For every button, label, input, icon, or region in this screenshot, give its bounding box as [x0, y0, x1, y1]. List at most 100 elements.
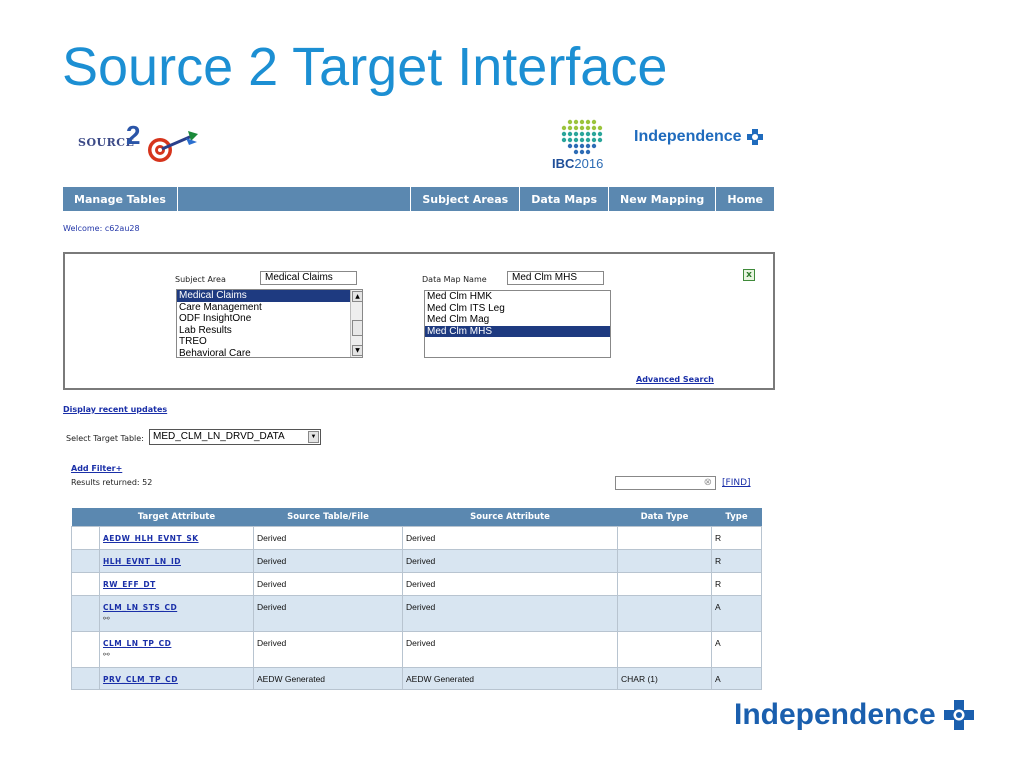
source-attribute-cell: Derived: [402, 549, 618, 573]
subject-area-input[interactable]: Medical Claims: [260, 271, 357, 285]
row-blank-cell: [71, 667, 100, 690]
ibc-bold-text: IBC: [552, 156, 575, 171]
nav-new-mapping[interactable]: New Mapping: [609, 187, 717, 211]
row-blank-cell: [71, 595, 100, 632]
source2target-logo: SOURCE 2: [78, 120, 208, 170]
data-map-name-input[interactable]: Med Clm MHS: [507, 271, 604, 285]
target-attribute-link[interactable]: PRV_CLM_TP_CD: [103, 675, 178, 684]
main-nav-bar: Manage Tables Subject Areas Data Maps Ne…: [63, 187, 774, 211]
source-table-cell: Derived: [253, 572, 403, 596]
blue-cross-shield-icon: [746, 129, 763, 145]
source-attribute-cell: Derived: [402, 631, 618, 668]
target-attribute-link[interactable]: CLM_LN_STS_CD: [103, 603, 177, 612]
table-row: CLM_LN_STS_CD ⚯ Derived Derived A: [71, 595, 762, 632]
source-attribute-cell: AEDW Generated: [402, 667, 618, 690]
col-header-source-table[interactable]: Source Table/File: [253, 508, 403, 527]
type-cell: R: [711, 549, 762, 573]
row-blank-cell: [71, 549, 100, 573]
independence-large-text: Independence: [734, 698, 936, 731]
target-attribute-link[interactable]: AEDW_HLH_EVNT_SK: [103, 534, 199, 543]
subject-area-option[interactable]: Medical Claims: [177, 290, 350, 302]
subject-area-listbox[interactable]: Medical Claims Care Management ODF Insig…: [176, 289, 363, 358]
subject-area-label: Subject Area: [175, 275, 226, 284]
logo-two-text: 2: [126, 120, 141, 150]
col-header-source-attribute[interactable]: Source Attribute: [402, 508, 618, 527]
data-type-cell: CHAR (1): [617, 667, 712, 690]
subject-area-option[interactable]: TREO: [177, 336, 362, 348]
search-panel: Subject Area Medical Claims Medical Clai…: [63, 252, 775, 390]
nav-subject-areas[interactable]: Subject Areas: [411, 187, 521, 211]
ibc-dots-icon: [561, 119, 603, 155]
target-attribute-link[interactable]: CLM_LN_TP_CD: [103, 639, 171, 648]
table-header-row: Target Attribute Source Table/File Sourc…: [71, 508, 762, 527]
table-row: AEDW_HLH_EVNT_SK Derived Derived R: [71, 526, 762, 550]
ibc2016-logo: IBC2016: [552, 118, 614, 172]
data-type-cell: [617, 549, 712, 573]
data-map-listbox[interactable]: Med Clm HMK Med Clm ITS Leg Med Clm Mag …: [424, 290, 611, 358]
source-attribute-cell: Derived: [402, 572, 618, 596]
data-map-option[interactable]: Med Clm HMK: [425, 291, 610, 303]
type-cell: R: [711, 572, 762, 596]
chain-link-icon[interactable]: ⚯: [103, 614, 250, 623]
add-filter-link[interactable]: Add Filter+: [71, 464, 122, 473]
col-header-blank: [71, 508, 100, 527]
row-blank-cell: [71, 631, 100, 668]
subject-area-option[interactable]: ODF InsightOne: [177, 313, 362, 325]
chain-link-icon[interactable]: ⚯: [103, 650, 250, 659]
subject-area-option[interactable]: Behavioral Care: [177, 348, 362, 358]
listbox-scrollbar[interactable]: ▲ ▼: [350, 290, 362, 357]
col-header-target-attribute[interactable]: Target Attribute: [99, 508, 254, 527]
source-attribute-cell: Derived: [402, 595, 618, 632]
source-table-cell: Derived: [253, 631, 403, 668]
row-blank-cell: [71, 526, 100, 550]
source-table-cell: Derived: [253, 549, 403, 573]
subject-area-option[interactable]: Lab Results: [177, 325, 362, 337]
data-type-cell: [617, 595, 712, 632]
col-header-type[interactable]: Type: [711, 508, 762, 527]
independence-logo-large: Independence: [734, 698, 974, 732]
table-row: HLH_EVNT_LN_ID Derived Derived R: [71, 549, 762, 573]
col-header-data-type[interactable]: Data Type: [617, 508, 712, 527]
results-table: Target Attribute Source Table/File Sourc…: [71, 508, 762, 690]
target-attribute-cell: CLM_LN_TP_CD ⚯: [99, 631, 254, 668]
find-input[interactable]: ⊗: [615, 476, 716, 490]
nav-manage-tables[interactable]: Manage Tables: [63, 187, 178, 211]
chevron-down-icon[interactable]: ▼: [308, 431, 319, 443]
target-attribute-cell: AEDW_HLH_EVNT_SK: [99, 526, 254, 550]
scroll-up-arrow-icon[interactable]: ▲: [352, 291, 362, 302]
subject-area-option[interactable]: Care Management: [177, 302, 362, 314]
row-blank-cell: [71, 572, 100, 596]
target-dart-icon: [148, 131, 198, 162]
target-attribute-cell: RW_EFF_DT: [99, 572, 254, 596]
target-attribute-cell: CLM_LN_STS_CD ⚯: [99, 595, 254, 632]
type-cell: A: [711, 595, 762, 632]
data-type-cell: [617, 631, 712, 668]
clear-icon[interactable]: ⊗: [704, 477, 712, 489]
results-count: Results returned: 52: [71, 478, 153, 487]
independence-logo-small: Independence: [634, 128, 763, 146]
data-map-option[interactable]: Med Clm MHS: [425, 325, 610, 337]
target-attribute-cell: HLH_EVNT_LN_ID: [99, 549, 254, 573]
advanced-search-link[interactable]: Advanced Search: [636, 375, 714, 384]
data-map-option[interactable]: Med Clm Mag: [425, 314, 610, 326]
excel-export-icon[interactable]: x: [743, 269, 755, 281]
type-cell: A: [711, 631, 762, 668]
independence-small-text: Independence: [634, 128, 742, 145]
scroll-down-arrow-icon[interactable]: ▼: [352, 345, 362, 356]
scroll-thumb[interactable]: [352, 320, 362, 336]
data-map-option[interactable]: Med Clm ITS Leg: [425, 303, 610, 315]
target-attribute-link[interactable]: HLH_EVNT_LN_ID: [103, 557, 181, 566]
source-table-cell: Derived: [253, 595, 403, 632]
type-cell: R: [711, 526, 762, 550]
nav-data-maps[interactable]: Data Maps: [520, 187, 610, 211]
target-table-select[interactable]: MED_CLM_LN_DRVD_DATA ▼: [149, 429, 321, 445]
nav-home[interactable]: Home: [716, 187, 774, 211]
target-attribute-cell: PRV_CLM_TP_CD: [99, 667, 254, 690]
find-link[interactable]: [FIND]: [722, 478, 751, 488]
target-table-value: MED_CLM_LN_DRVD_DATA: [153, 431, 285, 442]
ibc-year-text: 2016: [574, 156, 604, 171]
target-attribute-link[interactable]: RW_EFF_DT: [103, 580, 156, 589]
data-map-name-label: Data Map Name: [422, 275, 487, 284]
table-row: CLM_LN_TP_CD ⚯ Derived Derived A: [71, 631, 762, 668]
display-recent-updates-link[interactable]: Display recent updates: [63, 405, 167, 414]
